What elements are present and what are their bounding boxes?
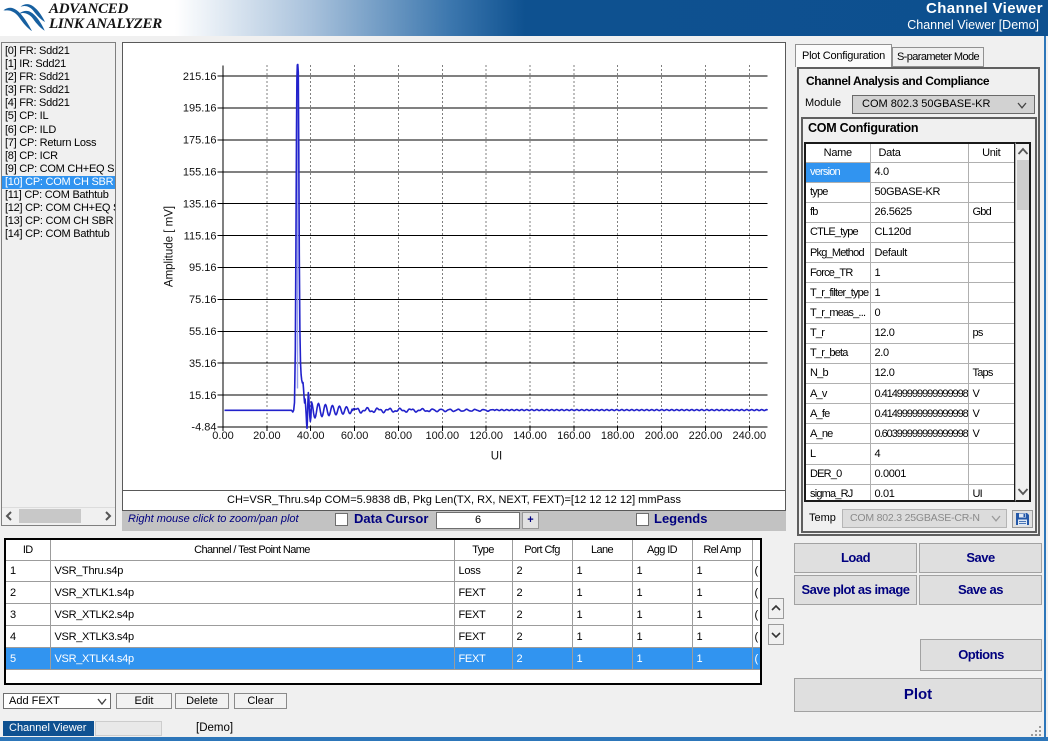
svg-text:155.16: 155.16	[182, 166, 216, 178]
svg-text:215.16: 215.16	[182, 70, 216, 82]
svg-text:75.16: 75.16	[188, 294, 216, 306]
svg-text:175.16: 175.16	[182, 134, 216, 146]
svg-text:220.00: 220.00	[688, 430, 722, 442]
svg-text:UI: UI	[490, 450, 502, 462]
svg-text:180.00: 180.00	[600, 430, 634, 442]
svg-text:140.00: 140.00	[513, 430, 547, 442]
svg-text:120.00: 120.00	[469, 430, 503, 442]
svg-text:95.16: 95.16	[188, 262, 216, 274]
svg-text:40.00: 40.00	[296, 430, 324, 442]
svg-text:60.00: 60.00	[340, 430, 368, 442]
svg-text:240.00: 240.00	[732, 430, 766, 442]
svg-text:100.00: 100.00	[425, 430, 459, 442]
svg-text:195.16: 195.16	[182, 102, 216, 114]
svg-text:15.16: 15.16	[188, 389, 216, 401]
svg-text:55.16: 55.16	[188, 326, 216, 338]
svg-text:80.00: 80.00	[384, 430, 412, 442]
svg-text:35.16: 35.16	[188, 357, 216, 369]
svg-text:Amplitude [ mV]: Amplitude [ mV]	[163, 205, 175, 286]
svg-text:160.00: 160.00	[557, 430, 591, 442]
svg-text:200.00: 200.00	[644, 430, 678, 442]
svg-text:20.00: 20.00	[253, 430, 281, 442]
svg-text:135.16: 135.16	[182, 198, 216, 210]
svg-text:0.00: 0.00	[212, 430, 233, 442]
svg-text:115.16: 115.16	[183, 230, 216, 242]
